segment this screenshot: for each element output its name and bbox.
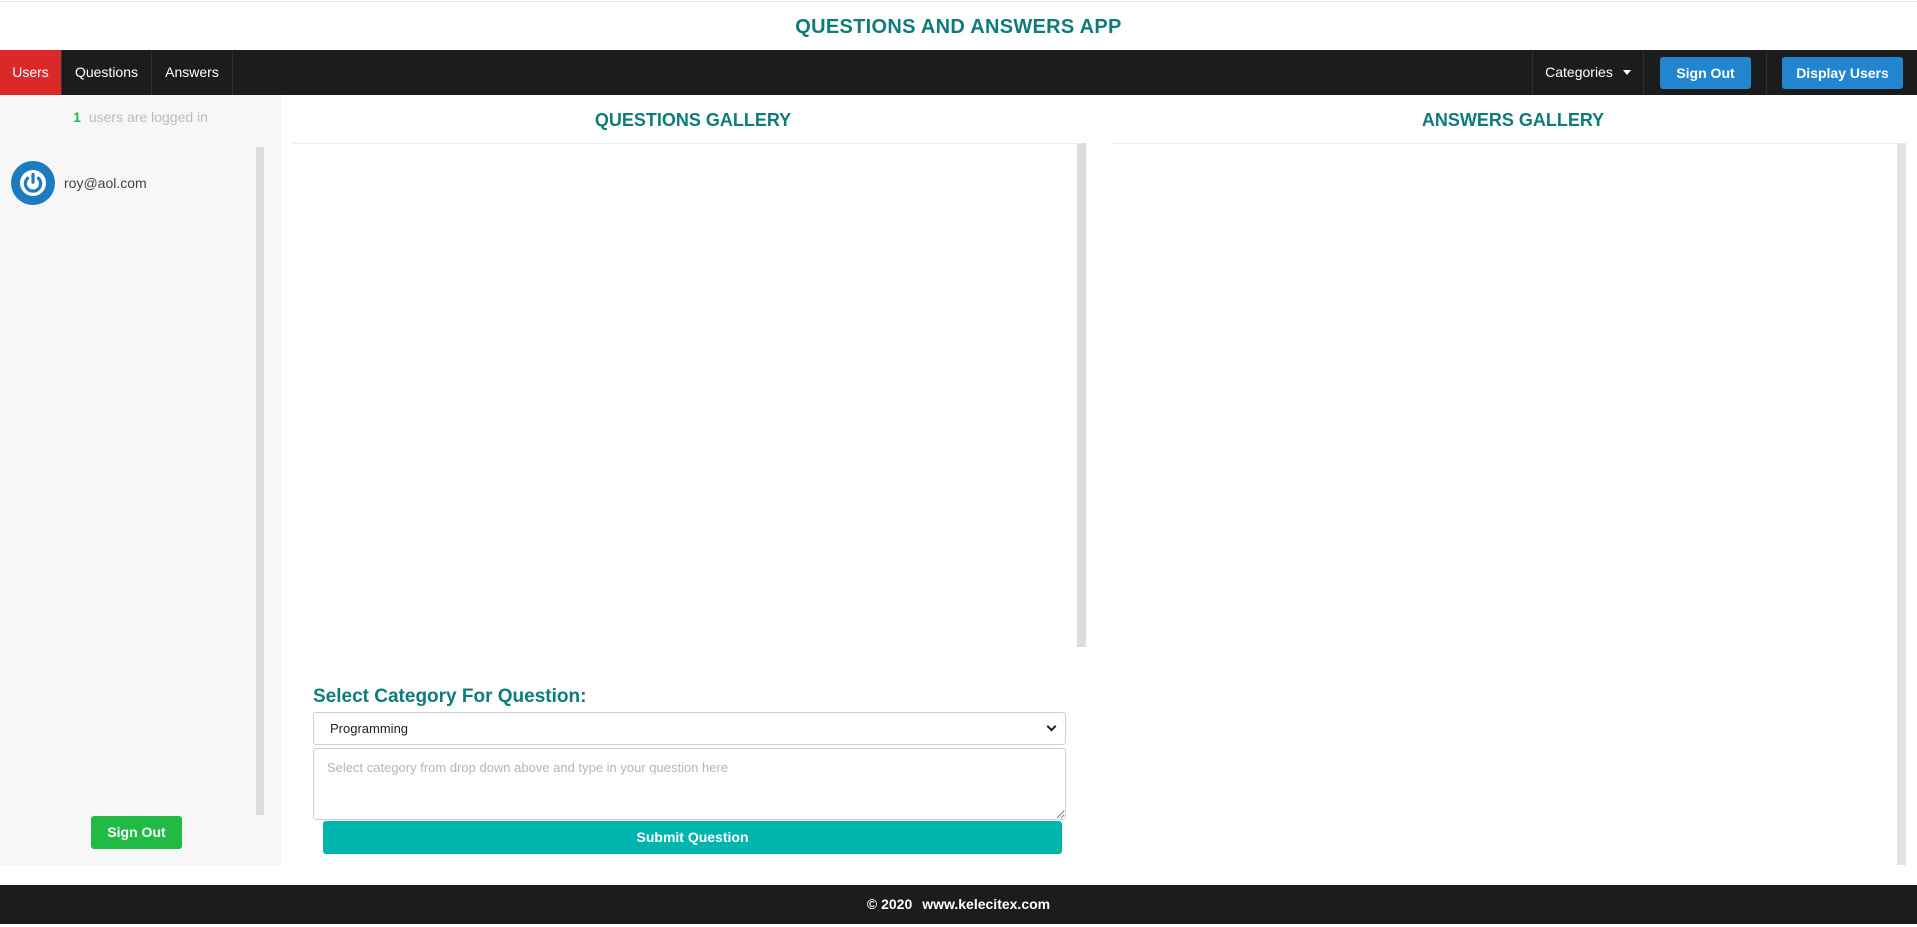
categories-label: Categories bbox=[1545, 64, 1613, 80]
footer-site-link[interactable]: www.kelecitex.com bbox=[922, 896, 1050, 912]
display-users-button[interactable]: Display Users bbox=[1782, 57, 1903, 89]
category-select[interactable]: Programming bbox=[313, 712, 1066, 745]
submit-question-button[interactable]: Submit Question bbox=[323, 821, 1062, 854]
sidebar-scrollbar[interactable] bbox=[256, 147, 264, 815]
logged-in-text: users are logged in bbox=[88, 109, 208, 125]
top-navbar: Users Questions Answers Categories Sign … bbox=[0, 50, 1917, 95]
sidebar-sign-out-button[interactable]: Sign Out bbox=[91, 816, 182, 849]
questions-gallery-panel[interactable] bbox=[293, 143, 1086, 647]
category-select-label: Select Category For Question: bbox=[313, 686, 587, 707]
nav-tab-questions[interactable]: Questions bbox=[62, 50, 152, 95]
categories-dropdown[interactable]: Categories bbox=[1532, 50, 1644, 95]
selected-category: Programming bbox=[330, 721, 409, 736]
nav-tab-users[interactable]: Users bbox=[0, 50, 62, 95]
logged-in-status: 1 users are logged in bbox=[0, 109, 281, 125]
question-textarea[interactable] bbox=[313, 748, 1066, 820]
nav-tab-answers[interactable]: Answers bbox=[152, 50, 233, 95]
logged-in-count: 1 bbox=[73, 109, 81, 125]
footer-copyright: © 2020 bbox=[866, 896, 913, 912]
users-sidebar: 1 users are logged in roy@aol.com Sign Ou… bbox=[0, 95, 281, 865]
answers-gallery-title: ANSWERS GALLERY bbox=[1421, 110, 1605, 130]
nav-divider bbox=[1766, 50, 1767, 95]
app-title: QUESTIONS AND ANSWERS APP bbox=[0, 1, 1917, 51]
questions-gallery-title: QUESTIONS GALLERY bbox=[594, 110, 792, 130]
nav-sign-out-button[interactable]: Sign Out bbox=[1660, 57, 1751, 89]
caret-down-icon bbox=[1622, 70, 1631, 75]
power-icon bbox=[11, 161, 55, 205]
footer: © 2020 www.kelecitex.com bbox=[0, 885, 1917, 924]
user-list-item[interactable]: roy@aol.com bbox=[11, 160, 147, 206]
answers-gallery-panel[interactable] bbox=[1113, 143, 1906, 865]
user-email: roy@aol.com bbox=[64, 175, 147, 191]
chevron-down-icon bbox=[1046, 721, 1057, 732]
